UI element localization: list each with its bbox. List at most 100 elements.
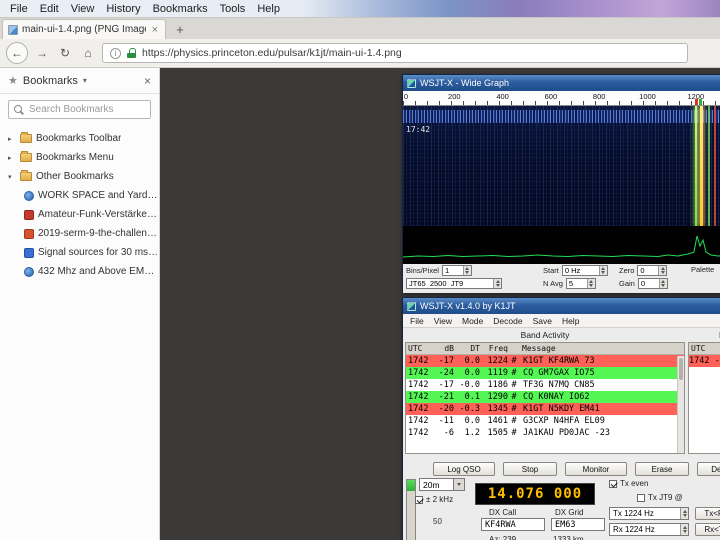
sidebar-close-icon[interactable]: × xyxy=(144,74,151,88)
tx-jt9-checkbox-row[interactable]: Tx JT9 @ xyxy=(637,493,683,502)
wsjtx-menu-save[interactable]: Save xyxy=(529,316,556,326)
spin-up-icon[interactable] xyxy=(661,280,666,283)
menu-history[interactable]: History xyxy=(100,2,146,16)
menu-help[interactable]: Help xyxy=(251,2,286,16)
spinbox[interactable]: 0 Hz xyxy=(561,265,608,276)
bookmark-search-box[interactable] xyxy=(8,100,161,119)
sidebar-folder-bookmarks-menu[interactable]: ▸ Bookmarks Menu xyxy=(0,148,159,167)
erase-button[interactable]: Erase xyxy=(635,462,689,476)
decode-button[interactable]: Decode xyxy=(697,462,720,476)
chevron-down-icon[interactable]: ▾ xyxy=(8,173,16,181)
spin-arrows[interactable] xyxy=(493,279,501,288)
menu-edit[interactable]: Edit xyxy=(34,2,65,16)
bookmark-item-signal-sources-for-30-ms[interactable]: Signal sources for 30 ms | ... xyxy=(0,243,159,262)
bookmark-item-432-mhz-and-above-eme-n[interactable]: 432 Mhz and Above EME N... xyxy=(0,262,159,281)
search-input[interactable] xyxy=(29,104,161,115)
spin-arrows[interactable] xyxy=(586,279,595,288)
bookmarks-sidebar: ★ Bookmarks ▾ × ▸ Bookmarks Toolbar ▸ Bookm… xyxy=(0,68,161,540)
spinbox[interactable]: 0 xyxy=(637,278,668,289)
decode-row[interactable]: 1742 -21 0.1 1290 # CQ K0NAY IO62 xyxy=(406,391,684,403)
control-split: JT65 2500 JT9 xyxy=(406,278,502,289)
decode-row[interactable]: 1742 -17 0.0 1224 # K1GT KF4RWA 73 xyxy=(406,355,684,367)
bookmark-item-2019-serm-9-the-challenge[interactable]: 2019-serm-9-the-challenge... xyxy=(0,224,159,243)
rx-lt-tx-button[interactable]: Rx<Tx xyxy=(695,523,720,536)
decode-row[interactable]: 1742 -20 -0.3 1345 # K1GT N5KDY EM41 xyxy=(406,403,684,415)
forward-button[interactable]: → xyxy=(33,44,51,62)
page-info-icon[interactable]: i xyxy=(110,47,121,59)
tx-jt9-checkbox[interactable] xyxy=(637,493,645,502)
spin-down-icon[interactable] xyxy=(589,284,594,287)
decode-row[interactable]: 1742 -11 0.0 1461 # G3CXP N4HFA EL09 xyxy=(406,415,684,427)
khz-checkbox-row[interactable]: ± 2 kHz xyxy=(415,495,453,504)
sidebar-folder-other-bookmarks[interactable]: ▾ Other Bookmarks xyxy=(0,167,159,186)
decode-row[interactable]: 1742 -24 0.0 1119 # CQ GM7GAX IO75 xyxy=(406,367,684,379)
monitor-button[interactable]: Monitor xyxy=(565,462,627,476)
spin-down-icon[interactable] xyxy=(661,284,666,287)
tx-even-checkbox-row[interactable]: Tx even xyxy=(609,479,648,488)
khz-checkbox[interactable] xyxy=(415,495,423,504)
spin-up-icon[interactable] xyxy=(465,267,470,270)
tx-even-checkbox[interactable] xyxy=(609,479,617,488)
tx-frequency-spinner[interactable]: Tx 1224 Hz xyxy=(609,507,689,520)
spin-arrows[interactable] xyxy=(658,266,667,275)
spinbox[interactable]: 0 xyxy=(637,265,668,276)
menu-file[interactable]: File xyxy=(4,2,34,16)
spin-up-icon[interactable] xyxy=(589,280,594,283)
tx-lt-rx-button[interactable]: Tx<Rx xyxy=(695,507,720,520)
wsjtx-menu-decode[interactable]: Decode xyxy=(489,316,526,326)
column-header-freq: Freq xyxy=(488,344,508,353)
refresh-button[interactable]: ↻ xyxy=(56,44,74,62)
wsjtx-titlebar[interactable]: WSJT-X v1.4.0 by K1JT xyxy=(403,298,720,314)
spin-up-icon[interactable] xyxy=(660,267,665,270)
chevron-down-icon[interactable]: ▾ xyxy=(83,76,87,85)
spin-down-icon[interactable] xyxy=(465,271,470,274)
orange-favicon-icon xyxy=(24,228,34,239)
band-select[interactable]: 20m xyxy=(419,478,465,491)
menu-tools[interactable]: Tools xyxy=(214,2,252,16)
tab-close-icon[interactable]: × xyxy=(150,24,160,36)
spin-arrows[interactable] xyxy=(462,266,471,275)
rx-decode-row[interactable]: 1742 -2 xyxy=(689,355,720,367)
dx-grid-field[interactable]: EM63 xyxy=(551,518,605,531)
spinbox[interactable]: 5 xyxy=(565,278,596,289)
bookmark-item-amateur-funk-verst-rker-e[interactable]: Amateur-Funk-Verstärker-e... xyxy=(0,205,159,224)
bookmark-item-work-space-and-yard-w[interactable]: WORK SPACE and Yard (W... xyxy=(0,186,159,205)
spin-down-icon[interactable] xyxy=(495,284,500,287)
log-qso-button[interactable]: Log QSO xyxy=(433,462,495,476)
address-bar[interactable]: i https://physics.princeton.edu/pulsar/k… xyxy=(102,43,688,63)
scrollbar[interactable] xyxy=(677,356,684,453)
spin-arrows[interactable] xyxy=(680,508,688,519)
spin-arrows[interactable] xyxy=(658,279,667,288)
chevron-right-icon[interactable]: ▸ xyxy=(8,154,16,162)
decode-mode: # xyxy=(511,356,517,366)
wsjtx-menu-view[interactable]: View xyxy=(430,316,456,326)
sidebar-folder-bookmarks-toolbar[interactable]: ▸ Bookmarks Toolbar xyxy=(0,129,159,148)
dx-call-field[interactable]: KF4RWA xyxy=(481,518,545,531)
menu-view[interactable]: View xyxy=(65,2,101,16)
wsjtx-menu-help[interactable]: Help xyxy=(558,316,583,326)
back-button[interactable]: ← xyxy=(6,42,28,64)
decode-row[interactable]: 1742 -6 1.2 1505 # JA1KAU PD0JAC -23 xyxy=(406,427,684,439)
spin-down-icon[interactable] xyxy=(660,271,665,274)
spinbox[interactable]: 1 xyxy=(441,265,472,276)
wide-graph-titlebar[interactable]: WSJT-X - Wide Graph xyxy=(403,75,720,91)
spin-down-icon[interactable] xyxy=(601,271,606,274)
sidebar-title[interactable]: Bookmarks xyxy=(23,75,78,87)
wsjtx-menu-mode[interactable]: Mode xyxy=(458,316,487,326)
waterfall-display[interactable]: 17:42 xyxy=(403,106,720,226)
spin-up-icon[interactable] xyxy=(601,267,606,270)
menu-bookmarks[interactable]: Bookmarks xyxy=(147,2,214,16)
tab-main-ui-png[interactable]: main-ui-1.4.png (PNG Image... × xyxy=(2,19,166,39)
spinbox[interactable]: JT65 2500 JT9 xyxy=(406,278,502,289)
rx-frequency-spinner[interactable]: Rx 1224 Hz xyxy=(609,523,689,536)
spin-arrows[interactable] xyxy=(680,524,688,535)
url-text[interactable]: https://physics.princeton.edu/pulsar/k1j… xyxy=(142,47,402,59)
spin-up-icon[interactable] xyxy=(495,280,500,283)
home-button[interactable]: ⌂ xyxy=(79,44,97,62)
stop-button[interactable]: Stop xyxy=(503,462,557,476)
new-tab-button[interactable]: + xyxy=(168,21,192,39)
wsjtx-menu-file[interactable]: File xyxy=(406,316,428,326)
decode-row[interactable]: 1742 -17 -0.0 1186 # TF3G N7MQ CN85 xyxy=(406,379,684,391)
chevron-right-icon[interactable]: ▸ xyxy=(8,135,16,143)
spin-arrows[interactable] xyxy=(598,266,607,275)
